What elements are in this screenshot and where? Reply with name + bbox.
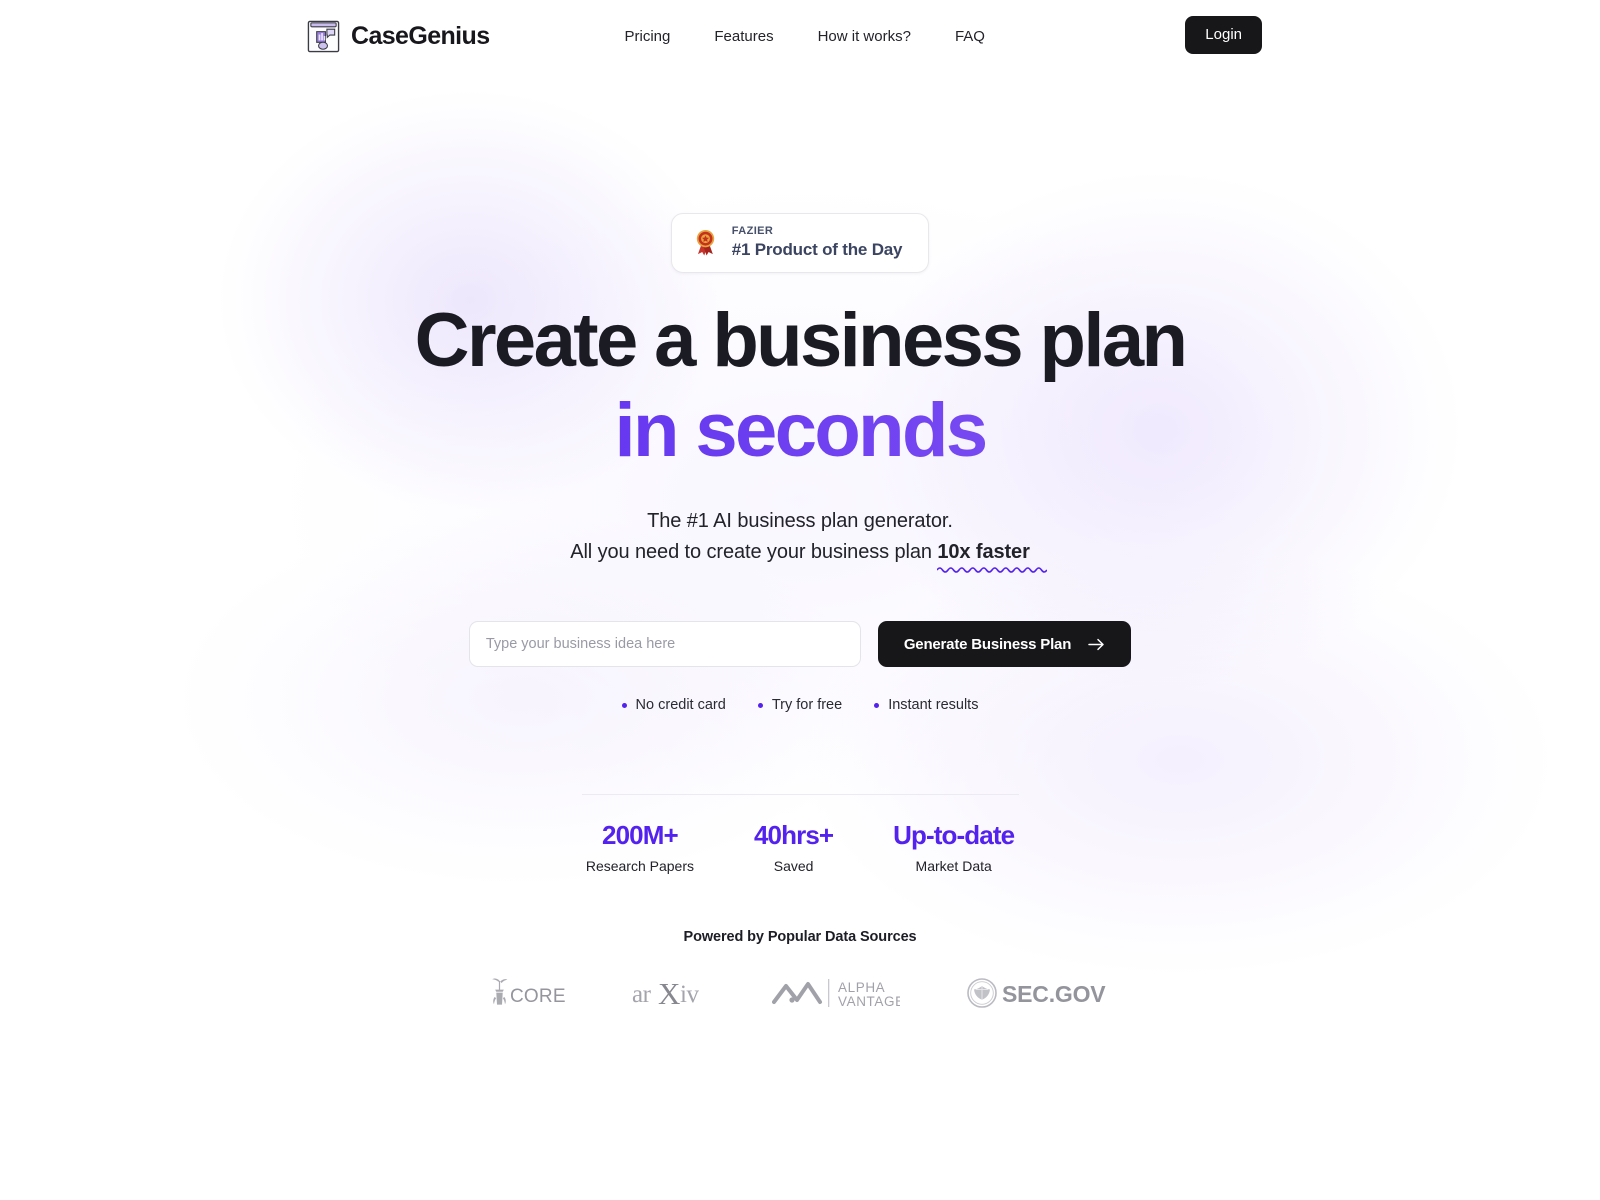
brand-logo[interactable]: CaseGenius — [306, 19, 490, 54]
squiggle-underline-icon — [937, 567, 1048, 574]
svg-text:VANTAGE: VANTAGE — [838, 994, 900, 1009]
nav-item-how-it-works[interactable]: How it works? — [818, 28, 911, 45]
svg-text:SEC.GOV: SEC.GOV — [1002, 981, 1106, 1007]
stat-hours-saved: 40hrs+ Saved — [754, 820, 834, 874]
bullet-instant-results: Instant results — [874, 697, 978, 713]
stats-list: 200M+ Research Papers 40hrs+ Saved Up-to… — [585, 820, 1015, 874]
arrow-right-icon — [1088, 638, 1104, 650]
page-title: Create a business plan in seconds — [0, 302, 1600, 469]
stat-label: Market Data — [915, 857, 992, 874]
alpha-vantage-logo: ALPHA VANTAGE — [772, 978, 900, 1009]
core-logo: CORE — [492, 978, 566, 1007]
data-sources-title: Powered by Popular Data Sources — [683, 928, 917, 945]
bullet-dot-icon — [874, 702, 880, 708]
stat-research-papers: 200M+ Research Papers — [585, 820, 694, 874]
feature-bullets: No credit card Try for free Instant resu… — [0, 697, 1600, 713]
hero-subtitle: The #1 AI business plan generator. All y… — [0, 506, 1600, 574]
business-idea-input[interactable] — [468, 621, 861, 668]
landing-page: CaseGenius Pricing Features How it works… — [0, 0, 1600, 1200]
nav-item-faq[interactable]: FAQ — [955, 28, 985, 45]
headline-line-2: in seconds — [0, 392, 1600, 469]
medal-rosette-icon — [696, 230, 714, 256]
nav-item-features[interactable]: Features — [714, 28, 773, 45]
login-button[interactable]: Login — [1185, 16, 1262, 54]
bullet-label: No credit card — [635, 697, 726, 714]
subtitle-line-2-prefix: All you need to create your business pla… — [570, 541, 938, 564]
stat-market-data: Up-to-date Market Data — [893, 820, 1015, 874]
badge-title: #1 Product of the Day — [731, 239, 903, 259]
bullet-dot-icon — [757, 702, 763, 708]
sec-gov-logo: SEC.GOV — [967, 978, 1106, 1008]
presentation-chart-icon — [307, 20, 340, 52]
brand-name: CaseGenius — [351, 21, 490, 50]
svg-text:iv: iv — [680, 981, 699, 1008]
bullet-label: Instant results — [888, 697, 979, 714]
subtitle-line-2: All you need to create your business pla… — [0, 537, 1600, 574]
stat-label: Saved — [773, 857, 814, 874]
data-sources-logos: CORE ar X iv ALPHA VANTAGE SEC.GOV — [0, 975, 1600, 1011]
badge-text: FAZIER #1 Product of the Day — [732, 225, 903, 261]
generate-business-plan-button[interactable]: Generate Business Plan — [877, 621, 1132, 668]
data-sources-section: Powered by Popular Data Sources CORE ar … — [0, 929, 1600, 1011]
svg-text:CORE: CORE — [510, 986, 566, 1007]
nav-item-pricing[interactable]: Pricing — [625, 28, 671, 45]
idea-form: Generate Business Plan — [0, 621, 1600, 668]
stat-value: Up-to-date — [893, 820, 1015, 851]
svg-text:X: X — [658, 976, 680, 1010]
generate-button-label: Generate Business Plan — [903, 635, 1072, 653]
stats-divider — [581, 794, 1019, 796]
stat-label: Research Papers — [585, 857, 694, 874]
main-navigation: Pricing Features How it works? FAQ — [625, 28, 985, 45]
stat-value: 40hrs+ — [754, 820, 834, 851]
site-header: CaseGenius Pricing Features How it works… — [0, 0, 1600, 72]
subtitle-emphasis-text: 10x faster — [937, 541, 1030, 564]
svg-text:ar: ar — [632, 981, 652, 1008]
badge-kicker: FAZIER — [731, 225, 774, 237]
stat-value: 200M+ — [602, 820, 679, 851]
hero-section: FAZIER #1 Product of the Day Create a bu… — [0, 72, 1600, 1011]
product-of-the-day-badge[interactable]: FAZIER #1 Product of the Day — [670, 213, 930, 273]
stats-section: 200M+ Research Papers 40hrs+ Saved Up-to… — [0, 794, 1600, 874]
headline-line-1: Create a business plan — [414, 297, 1188, 383]
bullet-dot-icon — [621, 702, 627, 708]
subtitle-emphasis: 10x faster — [937, 541, 1048, 574]
svg-text:ALPHA: ALPHA — [838, 980, 885, 995]
bullet-try-for-free: Try for free — [757, 697, 843, 714]
bullet-label: Try for free — [771, 697, 843, 714]
subtitle-line-1: The #1 AI business plan generator. — [647, 509, 953, 532]
bullet-no-credit-card: No credit card — [621, 697, 726, 714]
arxiv-logo: ar X iv — [632, 976, 700, 1010]
